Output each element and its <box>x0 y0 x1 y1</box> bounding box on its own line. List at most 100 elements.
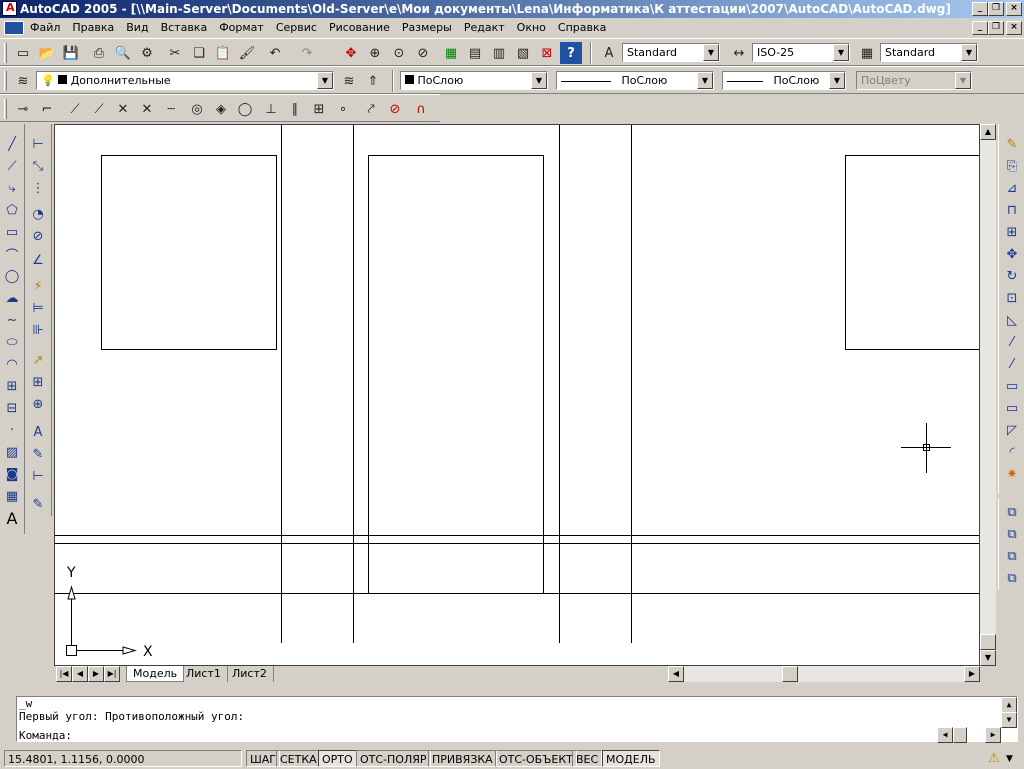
center-mark-icon[interactable]: ⊕ <box>28 394 48 414</box>
drawing-rect-right[interactable] <box>845 155 981 350</box>
point-icon[interactable]: · <box>2 420 22 440</box>
cut-icon[interactable]: ✂ <box>164 42 186 64</box>
aligned-dim-icon[interactable]: ⤡ <box>28 156 48 176</box>
markup-icon[interactable]: ⊠ <box>536 42 558 64</box>
scale-icon[interactable]: ⊡ <box>1002 288 1022 308</box>
menu-tools[interactable]: Сервис <box>270 18 323 37</box>
menu-modify[interactable]: Редакт <box>458 18 511 37</box>
snap-extension-icon[interactable]: ┄ <box>160 98 182 120</box>
rotate-icon[interactable]: ↻ <box>1002 266 1022 286</box>
print-icon[interactable]: ⎙ <box>88 42 110 64</box>
doc-restore-button[interactable]: ❐ <box>988 21 1004 35</box>
toolbar-grip[interactable] <box>4 99 7 119</box>
mirror-icon[interactable]: ⊿ <box>1002 178 1022 198</box>
array-icon[interactable]: ⊞ <box>1002 222 1022 242</box>
construction-line-icon[interactable]: ⟋ <box>2 156 22 176</box>
cmd-hscroll-thumb[interactable] <box>953 727 967 743</box>
toggle-ortho[interactable]: ОРТО <box>318 750 357 767</box>
menu-edit[interactable]: Правка <box>66 18 120 37</box>
make-block-icon[interactable]: ⊟ <box>2 398 22 418</box>
text-style-select[interactable]: Standard ▼ <box>622 43 720 62</box>
toggle-osnap[interactable]: ПРИВЯЗКА <box>428 750 497 767</box>
doc-minimize-button[interactable]: _ <box>972 21 988 35</box>
menu-view[interactable]: Вид <box>120 18 154 37</box>
polygon-icon[interactable]: ⬠ <box>2 200 22 220</box>
baseline-dim-icon[interactable]: ⊨ <box>28 298 48 318</box>
tolerance-icon[interactable]: ⊞ <box>28 372 48 392</box>
scroll-up-button[interactable]: ▲ <box>980 124 996 140</box>
ellipse-icon[interactable]: ⬭ <box>2 332 22 352</box>
snap-center-icon[interactable]: ◎ <box>186 98 208 120</box>
publish-icon[interactable]: ⚙ <box>136 42 158 64</box>
bring-above-icon[interactable]: ⧉ <box>1002 546 1022 566</box>
dim-update-icon[interactable]: ⊢ <box>28 466 48 486</box>
color-select[interactable]: ПоСлою ▼ <box>400 71 548 90</box>
menu-dimension[interactable]: Размеры <box>396 18 458 37</box>
layer-previous-icon[interactable]: ⇑ <box>362 70 384 92</box>
tab-last-button[interactable]: ▶| <box>104 666 120 682</box>
snap-node-icon[interactable]: ∘ <box>332 98 354 120</box>
table-style-select[interactable]: Standard ▼ <box>880 43 978 62</box>
scroll-right-button[interactable]: ▶ <box>964 666 980 682</box>
rectangle-icon[interactable]: ▭ <box>2 222 22 242</box>
multiline-text-icon[interactable]: A <box>2 508 22 528</box>
diameter-dim-icon[interactable]: ⊘ <box>28 226 48 246</box>
coordinates-display[interactable]: 15.4801, 1.1156, 0.0000 <box>4 750 242 767</box>
menu-help[interactable]: Справка <box>552 18 612 37</box>
table-icon[interactable]: ▦ <box>2 486 22 506</box>
trim-icon[interactable]: ⁄ <box>1002 332 1022 352</box>
menu-draw[interactable]: Рисование <box>323 18 396 37</box>
stretch-icon[interactable]: ◺ <box>1002 310 1022 330</box>
preview-icon[interactable]: 🔍 <box>112 42 134 64</box>
insert-block-icon[interactable]: ⊞ <box>2 376 22 396</box>
scroll-left-button[interactable]: ◀ <box>668 666 684 682</box>
dim-style-select[interactable]: ISO-25 ▼ <box>752 43 850 62</box>
snap-endpoint-icon[interactable]: ⟋ <box>64 98 86 120</box>
new-icon[interactable]: ▭ <box>12 42 34 64</box>
canvas-hscrollbar[interactable]: ◀ ▶ <box>668 666 980 682</box>
snap-insert-icon[interactable]: ⊞ <box>308 98 330 120</box>
toggle-model[interactable]: МОДЕЛЬ <box>602 750 660 767</box>
restore-button[interactable]: ❐ <box>988 2 1004 16</box>
explode-icon[interactable]: ✷ <box>1002 464 1022 484</box>
cmd-scroll-down-button[interactable]: ▼ <box>1001 712 1017 728</box>
offset-icon[interactable]: ⊓ <box>1002 200 1022 220</box>
dim-text-edit-icon[interactable]: ✎ <box>28 444 48 464</box>
osnap-settings-icon[interactable]: ∩ <box>410 98 432 120</box>
scroll-thumb[interactable] <box>980 634 996 650</box>
sheet-set-icon[interactable]: ▧ <box>512 42 534 64</box>
send-under-icon[interactable]: ⧉ <box>1002 568 1022 588</box>
cmd-scroll-left-button[interactable]: ◀ <box>937 727 953 743</box>
menu-window[interactable]: Окно <box>511 18 552 37</box>
dim-style-manager-icon[interactable]: ✎ <box>28 494 48 514</box>
polyline-icon[interactable]: ⤷ <box>2 178 22 198</box>
drawing-rect-left[interactable] <box>101 155 277 350</box>
dim-edit-icon[interactable]: A <box>28 422 48 442</box>
tool-palettes-icon[interactable]: ▥ <box>488 42 510 64</box>
design-center-icon[interactable]: ▤ <box>464 42 486 64</box>
toggle-otrack[interactable]: ОТС-ОБЪЕКТ <box>495 750 577 767</box>
paste-icon[interactable]: 📋 <box>212 42 234 64</box>
cmd-scroll-right-button[interactable]: ▶ <box>985 727 1001 743</box>
linear-dim-icon[interactable]: ⊢ <box>28 134 48 154</box>
quick-dim-icon[interactable]: ⚡ <box>28 276 48 296</box>
break-at-point-icon[interactable]: ▭ <box>1002 376 1022 396</box>
redo-icon[interactable]: ↷ <box>296 42 318 64</box>
angular-dim-icon[interactable]: ∠ <box>28 250 48 270</box>
copy-icon[interactable]: ❏ <box>188 42 210 64</box>
document-icon[interactable] <box>4 21 24 35</box>
move-icon[interactable]: ✥ <box>1002 244 1022 264</box>
send-to-back-icon[interactable]: ⧉ <box>1002 524 1022 544</box>
region-icon[interactable]: ◙ <box>2 464 22 484</box>
line-icon[interactable]: ╱ <box>2 134 22 154</box>
properties-icon[interactable]: ▦ <box>440 42 462 64</box>
layer-manager-icon[interactable]: ≋ <box>12 70 34 92</box>
drawing-rect-middle[interactable] <box>368 155 544 594</box>
menu-format[interactable]: Формат <box>213 18 270 37</box>
snap-intersection-icon[interactable]: ✕ <box>112 98 134 120</box>
menu-file[interactable]: Файл <box>24 18 66 37</box>
menu-insert[interactable]: Вставка <box>155 18 214 37</box>
snap-midpoint-icon[interactable]: ⟋ <box>88 98 110 120</box>
tab-first-button[interactable]: |◀ <box>56 666 72 682</box>
command-window[interactable]: _w Первый угол: Противоположный угол: Ко… <box>16 696 1018 743</box>
